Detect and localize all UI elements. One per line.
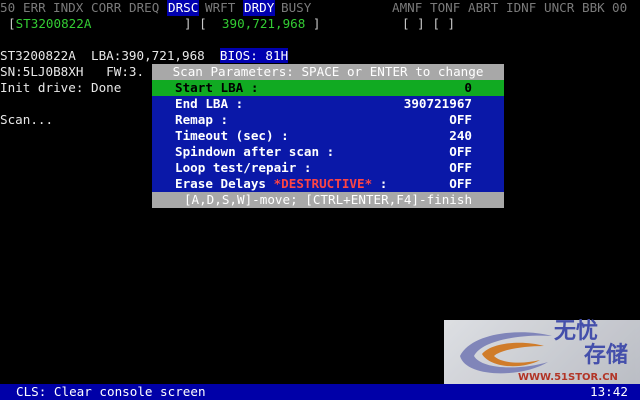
model-field: ST3200822A — [15, 16, 92, 31]
watermark-logo: 无忧 存储 WWW.51STOR.CN — [444, 320, 640, 384]
param-value: 240 — [449, 128, 472, 143]
lba-field: 390,721,968 — [221, 16, 306, 31]
console-line-1: ST3200822A LBA:390,721,968 BIOS: 81H — [0, 48, 289, 64]
param-value: OFF — [449, 112, 472, 127]
status-flag: WRFT — [205, 0, 236, 15]
console-sn: SN:5LJ0B8XH — [0, 64, 84, 79]
param-row[interactable]: Loop test/repair : OFF — [152, 160, 504, 176]
param-label: Spindown after scan : — [175, 144, 335, 159]
error-flag: IDNF — [506, 0, 537, 15]
param-label-erase-delays: Erase Delays *DESTRUCTIVE* : — [175, 176, 388, 191]
swoosh-logo-icon — [460, 332, 552, 374]
status-flag: DRDY — [243, 0, 276, 16]
param-label: Remap : — [175, 112, 229, 127]
console-lba: LBA:390,721,968 — [91, 48, 205, 63]
bracket-mid: ] [ — [184, 16, 207, 31]
param-value: 0 — [464, 80, 472, 95]
bracket-close: ] — [312, 16, 321, 31]
param-value-erase-delays: OFF — [449, 176, 472, 191]
console-line-2: SN:5LJ0B8XH FW:3. — [0, 64, 144, 80]
dialog-title: Scan Parameters: SPACE or ENTER to chang… — [152, 64, 504, 80]
console-model: ST3200822A — [0, 48, 76, 63]
bracket-open: [ — [8, 16, 16, 31]
param-label: End LBA : — [175, 96, 244, 111]
param-row[interactable]: Timeout (sec) : 240 — [152, 128, 504, 144]
param-value: 390721967 — [403, 96, 472, 111]
error-flag: TONF — [430, 0, 461, 15]
status-clock: 13:42 — [590, 384, 628, 399]
param-value: OFF — [449, 144, 472, 159]
error-flag: AMNF — [392, 0, 423, 15]
dialog-footer-hint: [A,D,S,W]-move; [CTRL+ENTER,F4]-finish — [152, 192, 504, 208]
scan-parameters-dialog: Scan Parameters: SPACE or ENTER to chang… — [152, 64, 504, 208]
param-row[interactable]: Spindown after scan : OFF — [152, 144, 504, 160]
param-label: Timeout (sec) : — [175, 128, 289, 143]
watermark-text-1: 无忧 — [554, 319, 599, 344]
status-flag: CORR — [91, 0, 122, 15]
error-flag: ABRT — [468, 0, 499, 15]
lba-field-row: ] [ 390,721,968 ] — [184, 16, 321, 32]
console-line-3: Init drive: Done — [0, 80, 122, 95]
destructive-warning: *DESTRUCTIVE* — [273, 176, 373, 191]
status-flag: BUSY — [281, 0, 312, 15]
param-row[interactable]: End LBA : 390721967 — [152, 96, 504, 112]
error-field-brackets: [ ] [ ] — [402, 16, 456, 31]
error-flag: 00 — [612, 0, 628, 15]
console-fw: FW:3. — [106, 64, 145, 79]
param-label: Start LBA : — [175, 80, 259, 95]
model-field-row: [ST3200822A — [8, 16, 91, 32]
status-flag: INDX — [53, 0, 84, 15]
param-value: OFF — [449, 160, 472, 175]
console-line-4: Scan... — [0, 112, 54, 127]
watermark-url: WWW.51STOR.CN — [518, 372, 618, 383]
status-flag: DRSC — [167, 0, 200, 16]
error-flag: UNCR — [544, 0, 575, 15]
status-flag: ERR — [23, 0, 46, 15]
param-row[interactable]: Remap : OFF — [152, 112, 504, 128]
status-bar: CLS: Clear console screen 13:42 — [0, 384, 640, 400]
console-bios: BIOS: 81H — [219, 48, 289, 63]
param-label: Loop test/repair : — [175, 160, 312, 175]
status-message: CLS: Clear console screen — [16, 384, 206, 399]
error-flag: BBK — [582, 0, 605, 15]
status-flag: 50 — [0, 0, 16, 15]
param-row[interactable]: Start LBA : 0 — [152, 80, 504, 96]
param-row-erase-delays[interactable]: Erase Delays *DESTRUCTIVE* : OFF — [152, 176, 504, 192]
status-flag: DREQ — [129, 0, 160, 15]
watermark-text-2: 存储 — [584, 343, 629, 368]
